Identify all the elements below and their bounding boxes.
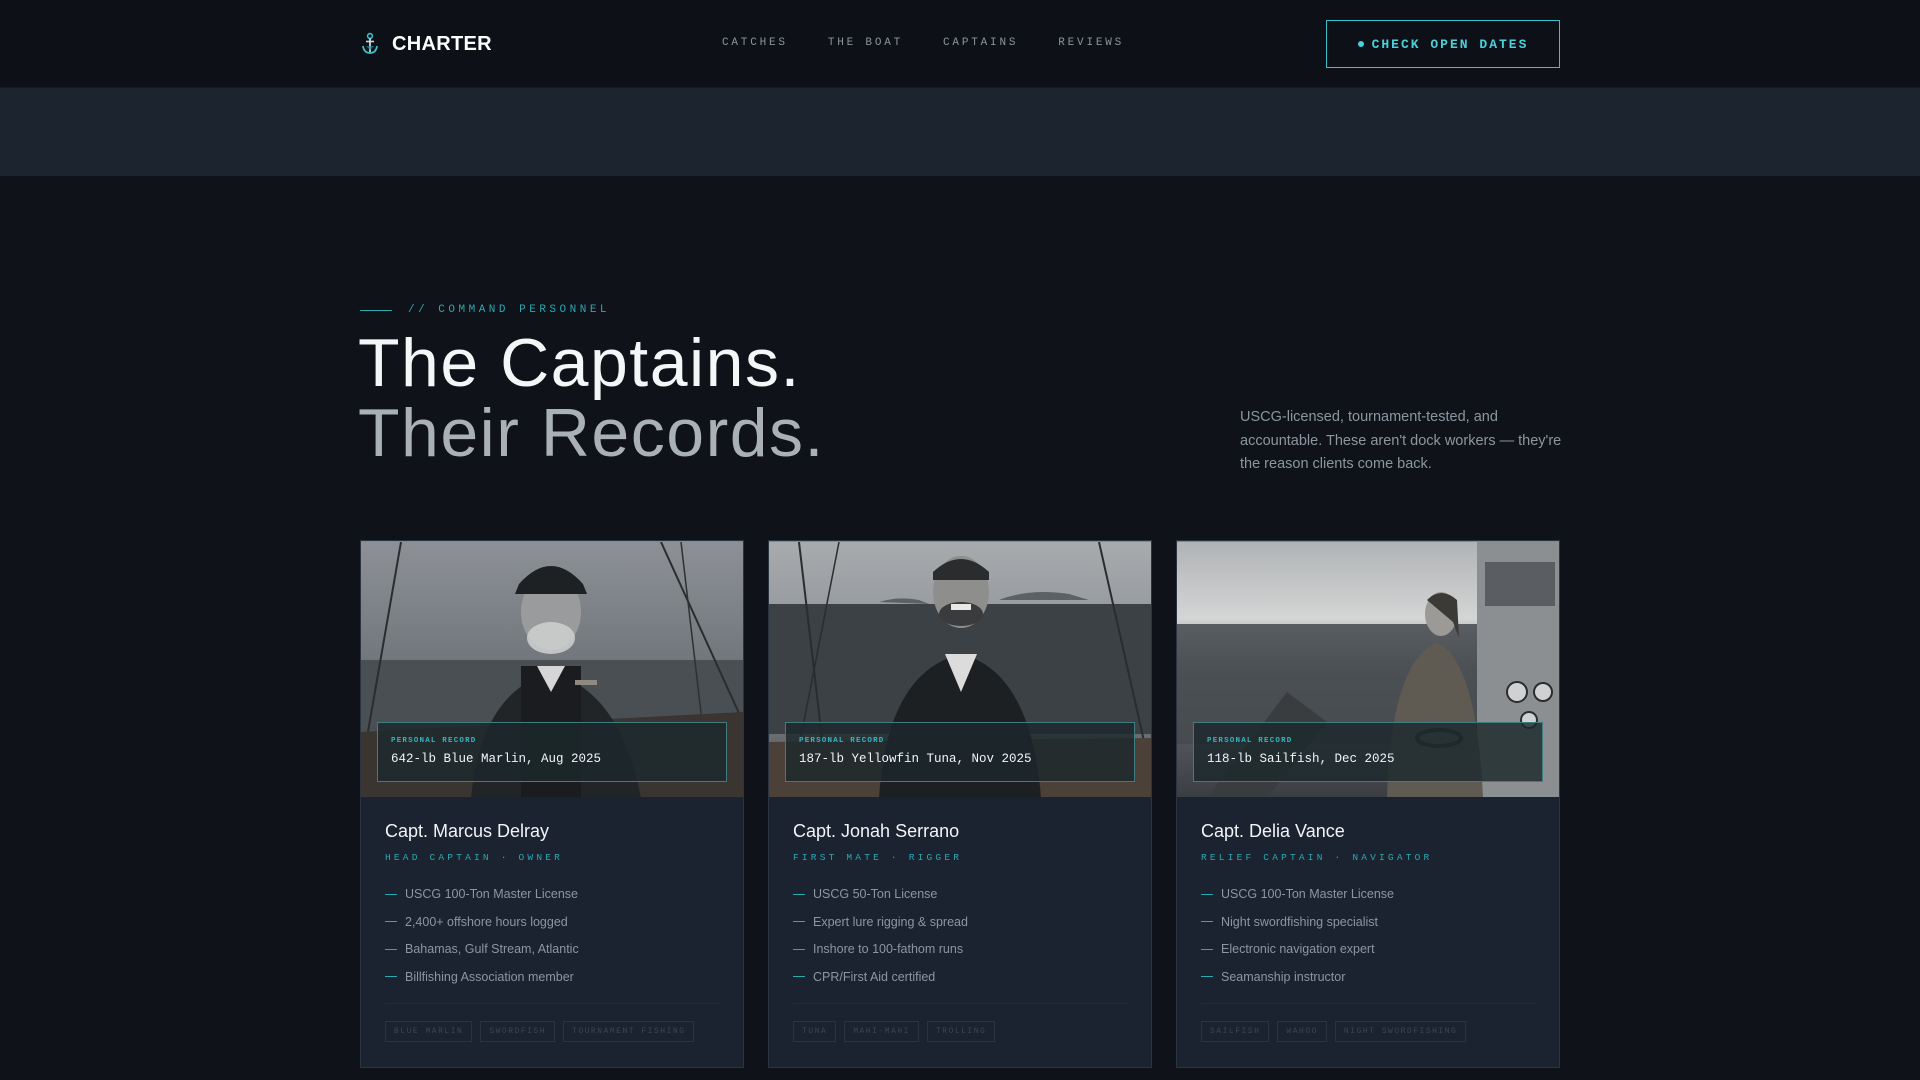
nav-link-the-boat[interactable]: THE BOAT <box>828 37 903 49</box>
captain-info: Capt. Marcus Delray HEAD CAPTAIN · OWNER… <box>385 821 721 995</box>
dash-icon <box>1201 893 1213 895</box>
check-open-dates-label: CHECK OPEN DATES <box>1371 36 1529 52</box>
specialty-tag: TOURNAMENT FISHING <box>563 1021 695 1042</box>
qualification-text: CPR/First Aid certified <box>813 969 936 984</box>
eyebrow-text: // COMMAND PERSONNEL <box>408 304 611 316</box>
captain-role: FIRST MATE · RIGGER <box>793 852 963 863</box>
qualification-item: Inshore to 100-fathom runs <box>793 940 1129 958</box>
captain-photo: PERSONAL RECORD 187-lb Yellowfin Tuna, N… <box>769 541 1151 797</box>
qualification-item: Night swordfishing specialist <box>1201 913 1537 931</box>
qualification-text: Inshore to 100-fathom runs <box>813 942 964 956</box>
personal-record-panel: PERSONAL RECORD 187-lb Yellowfin Tuna, N… <box>785 722 1135 782</box>
record-label: PERSONAL RECORD <box>799 737 885 745</box>
dash-icon <box>1201 921 1213 922</box>
qualification-text: Electronic navigation expert <box>1221 942 1375 956</box>
record-value: 187-lb Yellowfin Tuna, Nov 2025 <box>799 752 1032 766</box>
qualification-text: USCG 100-Ton Master License <box>405 887 578 901</box>
status-dot-icon <box>1357 41 1364 47</box>
card-divider <box>1201 1003 1537 1004</box>
captain-name: Capt. Jonah Serrano <box>793 821 960 841</box>
qualification-text: USCG 100-Ton Master License <box>1221 887 1394 901</box>
qualification-item: USCG 100-Ton Master License <box>1201 885 1537 903</box>
specialty-tag: SAILFISH <box>1201 1021 1270 1042</box>
qualification-item: Bahamas, Gulf Stream, Atlantic <box>385 940 721 958</box>
nav-link-catches[interactable]: CATCHES <box>722 37 788 49</box>
card-divider <box>385 1003 721 1004</box>
title-line-2: Their Records. <box>358 395 825 471</box>
qualification-text: Bahamas, Gulf Stream, Atlantic <box>405 942 579 956</box>
captain-name: Capt. Marcus Delray <box>385 821 550 841</box>
captain-info: Capt. Jonah Serrano FIRST MATE · RIGGER … <box>793 821 1129 995</box>
dash-icon <box>385 976 397 977</box>
qualification-item: Billfishing Association member <box>385 968 721 986</box>
qualification-item: USCG 50-Ton License <box>793 885 1129 903</box>
check-open-dates-button[interactable]: CHECK OPEN DATES <box>1326 20 1560 68</box>
qualification-text: Expert lure rigging & spread <box>813 914 968 929</box>
dash-icon <box>1201 948 1213 950</box>
personal-record-panel: PERSONAL RECORD 118-lb Sailfish, Dec 202… <box>1193 722 1543 782</box>
specialty-tag: TROLLING <box>926 1021 996 1042</box>
qualification-text: Night swordfishing specialist <box>1221 914 1379 929</box>
brand-logo[interactable]: CHARTER <box>360 30 492 58</box>
banner-strip <box>0 88 1920 176</box>
specialty-tag: WAHOO <box>1277 1021 1327 1042</box>
qualification-item: Seamanship instructor <box>1201 968 1537 986</box>
record-value: 118-lb Sailfish, Dec 2025 <box>1207 752 1395 766</box>
captain-photo: PERSONAL RECORD 642-lb Blue Marlin, Aug … <box>361 541 743 797</box>
specialty-tags: SAILFISH WAHOO NIGHT SWORDFISHING <box>1201 1021 1467 1042</box>
personal-record-panel: PERSONAL RECORD 642-lb Blue Marlin, Aug … <box>377 722 727 782</box>
qualification-item: 2,400+ offshore hours logged <box>385 913 721 931</box>
record-label: PERSONAL RECORD <box>391 737 477 745</box>
captain-photo: PERSONAL RECORD 118-lb Sailfish, Dec 202… <box>1177 541 1559 797</box>
dash-icon <box>385 948 397 950</box>
nav-links: CATCHES THE BOAT CAPTAINS REVIEWS <box>722 37 1124 49</box>
top-nav: CHARTER CATCHES THE BOAT CAPTAINS REVIEW… <box>0 0 1920 88</box>
section-lead: USCG-licensed, tournament-tested, and ac… <box>1240 409 1562 472</box>
specialty-tag: SWORDFISH <box>480 1021 556 1042</box>
dash-icon <box>793 976 805 977</box>
nav-link-captains[interactable]: CAPTAINS <box>943 37 1018 49</box>
specialty-tag: MAHI-MAHI <box>844 1021 919 1042</box>
dash-icon <box>793 921 805 922</box>
nav-link-reviews[interactable]: REVIEWS <box>1058 37 1124 49</box>
dash-icon <box>1201 976 1213 977</box>
captain-role: RELIEF CAPTAIN · NAVIGATOR <box>1201 852 1433 863</box>
captain-role: HEAD CAPTAIN · OWNER <box>385 852 564 863</box>
specialty-tags: BLUE MARLIN SWORDFISH TOURNAMENT FISHING <box>385 1021 695 1042</box>
dash-icon <box>793 948 805 950</box>
qualification-text: 2,400+ offshore hours logged <box>405 914 568 929</box>
qualification-item: CPR/First Aid certified <box>793 968 1129 986</box>
qualification-text: USCG 50-Ton License <box>813 887 938 901</box>
captain-info: Capt. Delia Vance RELIEF CAPTAIN · NAVIG… <box>1201 821 1537 995</box>
dash-icon <box>385 893 397 895</box>
section-eyebrow: // COMMAND PERSONNEL <box>360 304 610 316</box>
qualification-text: Seamanship instructor <box>1221 969 1346 984</box>
qualification-item: Expert lure rigging & spread <box>793 913 1129 931</box>
specialty-tags: TUNA MAHI-MAHI TROLLING <box>793 1021 996 1042</box>
specialty-tag: NIGHT SWORDFISHING <box>1334 1021 1467 1042</box>
captain-card[interactable]: PERSONAL RECORD 118-lb Sailfish, Dec 202… <box>1176 540 1560 1068</box>
captain-card[interactable]: PERSONAL RECORD 642-lb Blue Marlin, Aug … <box>360 540 744 1068</box>
dash-icon <box>793 893 805 895</box>
captain-name: Capt. Delia Vance <box>1201 821 1345 841</box>
specialty-tag: BLUE MARLIN <box>385 1021 473 1042</box>
card-divider <box>793 1003 1129 1004</box>
specialty-tag: TUNA <box>793 1021 837 1042</box>
title-line-1: The Captains. <box>358 325 801 401</box>
captain-card[interactable]: PERSONAL RECORD 187-lb Yellowfin Tuna, N… <box>768 540 1152 1068</box>
anchor-icon <box>362 32 378 54</box>
qualification-text: Billfishing Association member <box>405 969 574 984</box>
section-title: The Captains. Their Records. <box>358 328 825 468</box>
qualification-list: USCG 100-Ton Master License 2,400+ offsh… <box>385 885 721 986</box>
record-value: 642-lb Blue Marlin, Aug 2025 <box>391 752 602 766</box>
eyebrow-rule <box>360 309 392 311</box>
qualification-list: USCG 100-Ton Master License Night swordf… <box>1201 885 1537 986</box>
qualification-list: USCG 50-Ton License Expert lure rigging … <box>793 885 1129 986</box>
qualification-item: USCG 100-Ton Master License <box>385 885 721 903</box>
dash-icon <box>385 921 397 922</box>
captain-cards: PERSONAL RECORD 642-lb Blue Marlin, Aug … <box>360 540 1560 1068</box>
record-label: PERSONAL RECORD <box>1207 737 1293 745</box>
brand-name: CHARTER <box>392 32 492 55</box>
qualification-item: Electronic navigation expert <box>1201 940 1537 958</box>
